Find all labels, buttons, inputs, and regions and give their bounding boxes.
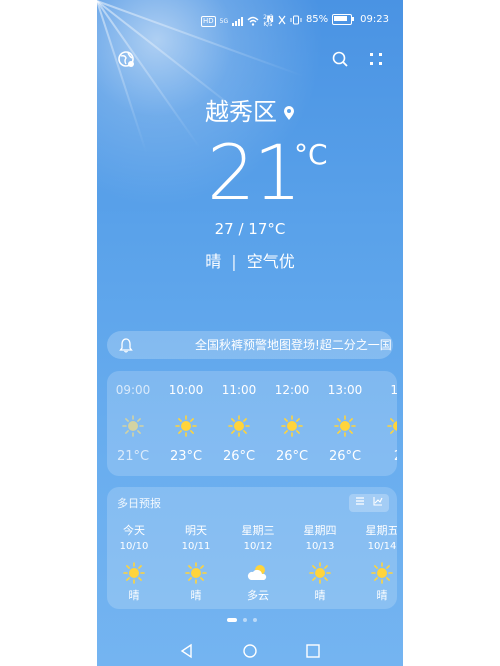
page-dot[interactable] — [243, 618, 247, 622]
weather-condition: 晴 — [205, 252, 222, 271]
battery-percent: 85% — [305, 14, 329, 25]
hour-time: 12:00 — [274, 383, 310, 397]
temperature-unit: °C — [294, 138, 328, 171]
nfc-icon: N — [266, 14, 274, 25]
page-dot[interactable] — [253, 618, 257, 622]
vibrate-icon — [290, 15, 302, 24]
daily-item[interactable]: 明天 10/11 晴 — [166, 487, 226, 609]
air-quality[interactable]: 空气优 — [247, 252, 295, 271]
clock: 09:23 — [360, 14, 389, 25]
news-alert-banner[interactable]: 全国秋裤预警地图登场!超二分之一国 — [107, 331, 393, 359]
hourly-item: 10:00 23°C — [164, 371, 208, 476]
hour-time: 13:00 — [327, 383, 363, 397]
day-condition: 晴 — [190, 589, 202, 602]
search-icon[interactable] — [331, 50, 349, 68]
bell-icon — [119, 338, 133, 353]
temperature-range: 27 / 17°C — [214, 220, 286, 238]
day-condition: 晴 — [128, 589, 140, 602]
day-date: 10/13 — [305, 541, 335, 552]
day-date: 10/10 — [119, 541, 149, 552]
hour-temperature: 26°C — [222, 449, 256, 464]
hourly-item: 12:00 26°C — [270, 371, 314, 476]
hour-time: 10:00 — [168, 383, 204, 397]
hourly-item: 09:00 21°C — [111, 371, 155, 476]
page-dot-active[interactable] — [227, 618, 237, 622]
hour-time: 09:00 — [115, 383, 151, 397]
dnd-icon — [278, 15, 286, 24]
hourly-item: 13:00 26°C — [323, 371, 367, 476]
weather-app-screen: HD 5G 2.6K/s N 85% 09:23 越秀区 21 °C 27 / — [97, 0, 403, 666]
daily-item[interactable]: 星期三 10/12 多云 — [228, 487, 288, 609]
city-header[interactable]: 越秀区 — [97, 92, 403, 127]
day-condition: 多云 — [247, 589, 269, 602]
day-name: 星期五 — [365, 524, 398, 537]
home-circle-icon[interactable] — [240, 642, 260, 660]
daily-item[interactable]: 星期四 10/13 晴 — [290, 487, 350, 609]
wifi-icon — [247, 16, 259, 26]
system-nav-bar — [97, 638, 403, 666]
hourly-item: 14 2 — [376, 371, 397, 476]
partly-cloudy-icon — [247, 562, 269, 584]
sun-icon — [334, 415, 356, 437]
hourly-forecast-card[interactable]: 09:00 21°C 10:00 23°C 11:00 26°C 12:00 26°C 13:0… — [107, 371, 397, 476]
hour-temperature: 26°C — [328, 449, 362, 464]
current-temperature: 21 — [207, 128, 302, 217]
network-type: 5G — [219, 17, 229, 25]
sun-icon — [185, 562, 207, 584]
condition-line: 晴 | 空气优 — [97, 248, 403, 272]
back-triangle-icon[interactable] — [177, 642, 197, 660]
day-name: 星期三 — [241, 524, 275, 537]
hd-badge: HD — [201, 15, 216, 27]
daily-item[interactable]: 今天 10/10 晴 — [107, 487, 164, 609]
day-name: 明天 — [185, 524, 207, 537]
battery-icon — [332, 14, 355, 25]
sun-icon — [371, 562, 393, 584]
hour-time: 14 — [390, 383, 397, 397]
sun-icon — [281, 415, 303, 437]
day-name: 今天 — [123, 524, 145, 537]
hour-temperature: 2 — [376, 449, 397, 464]
sun-icon — [228, 415, 250, 437]
alert-text: 全国秋裤预警地图登场!超二分之一国 — [195, 338, 392, 352]
page-indicator — [227, 617, 273, 623]
day-condition: 晴 — [376, 589, 388, 602]
location-pin-icon — [284, 106, 294, 120]
grid-menu-icon[interactable] — [369, 52, 383, 66]
sun-icon — [122, 415, 144, 437]
day-name: 星期四 — [303, 524, 337, 537]
day-date: 10/14 — [367, 541, 397, 552]
sun-icon — [387, 415, 397, 437]
separator: | — [231, 252, 237, 271]
daily-forecast-card[interactable]: 多日预报 今天 10/10 晴明天 10/11 晴星期三 10/12 多云 星期四 10/13 晴… — [107, 487, 397, 609]
day-condition: 晴 — [314, 589, 326, 602]
hour-time: 11:00 — [221, 383, 257, 397]
hour-temperature: 23°C — [169, 449, 203, 464]
city-name: 越秀区 — [205, 98, 277, 126]
hour-temperature: 26°C — [275, 449, 309, 464]
sun-icon — [309, 562, 331, 584]
hourly-item: 11:00 26°C — [217, 371, 261, 476]
status-bar: HD 5G 2.6 K/s N 85% 09:23 — [97, 12, 403, 32]
sun-icon — [123, 562, 145, 584]
daily-item[interactable]: 星期五 10/14 晴 — [352, 487, 398, 609]
sun-icon — [175, 415, 197, 437]
day-date: 10/12 — [243, 541, 273, 552]
globe-icon[interactable] — [117, 50, 135, 68]
day-date: 10/11 — [181, 541, 211, 552]
recents-square-icon[interactable] — [303, 642, 323, 660]
hour-temperature: 21°C — [116, 449, 150, 464]
signal-icon — [232, 16, 244, 26]
